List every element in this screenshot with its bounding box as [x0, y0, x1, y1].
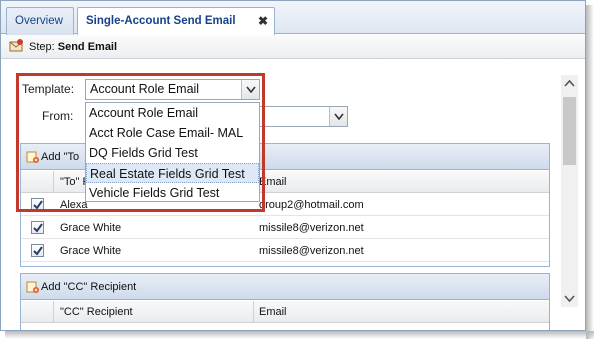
recipient-name: Grace White	[60, 222, 122, 234]
tab-overview-label: Overview	[15, 15, 63, 27]
cc-col-email[interactable]: Email	[259, 306, 287, 318]
app-window: Overview Single-Account Send Email ✖ Ste…	[0, 0, 586, 331]
table-row[interactable]: Grace White missile8@verizon.net	[21, 217, 549, 239]
scroll-down-icon[interactable]	[561, 290, 578, 307]
cc-panel-header[interactable]: Add "CC" Recipient	[21, 274, 549, 300]
tab-bar: Overview Single-Account Send Email ✖	[1, 1, 585, 35]
cc-col-recipient[interactable]: "CC" Recipient	[60, 306, 133, 318]
recipient-email: missile8@verizon.net	[259, 245, 364, 257]
tab-single-account-send-email[interactable]: Single-Account Send Email ✖	[77, 7, 275, 35]
dropdown-arrow-icon[interactable]	[329, 107, 347, 126]
vertical-scrollbar[interactable]	[561, 75, 578, 307]
tab-overview[interactable]: Overview	[6, 7, 74, 35]
close-icon[interactable]: ✖	[258, 8, 268, 34]
step-label: Step: Send Email	[29, 41, 117, 53]
recipient-email: missile8@verizon.net	[259, 222, 364, 234]
recipient-email: group2@hotmail.com	[259, 199, 364, 211]
recipient-name: Grace White	[60, 245, 122, 257]
tab-active-label: Single-Account Send Email	[86, 15, 236, 27]
callout-highlight-box	[16, 73, 265, 212]
step-bar: Step: Send Email	[1, 35, 585, 59]
window-shadow	[5, 331, 594, 339]
checkbox-checked-icon[interactable]	[31, 221, 44, 234]
cc-panel-title: Add "CC" Recipient	[41, 281, 137, 293]
from-select[interactable]	[259, 106, 348, 127]
scroll-thumb[interactable]	[563, 97, 576, 165]
step-prefix: Step:	[29, 41, 55, 53]
table-row[interactable]: Grace White missile8@verizon.net	[21, 240, 549, 262]
add-recipient-icon[interactable]	[25, 280, 39, 294]
cc-recipient-panel: Add "CC" Recipient "CC" Recipient Email	[20, 273, 550, 330]
window-shadow	[586, 5, 594, 339]
email-step-icon	[9, 39, 23, 53]
step-name: Send Email	[57, 41, 118, 53]
cc-grid-header: "CC" Recipient Email	[21, 301, 549, 323]
column-separator[interactable]	[253, 301, 254, 323]
scroll-up-icon[interactable]	[561, 75, 578, 92]
checkbox-checked-icon[interactable]	[31, 244, 44, 257]
column-separator[interactable]	[53, 301, 54, 323]
